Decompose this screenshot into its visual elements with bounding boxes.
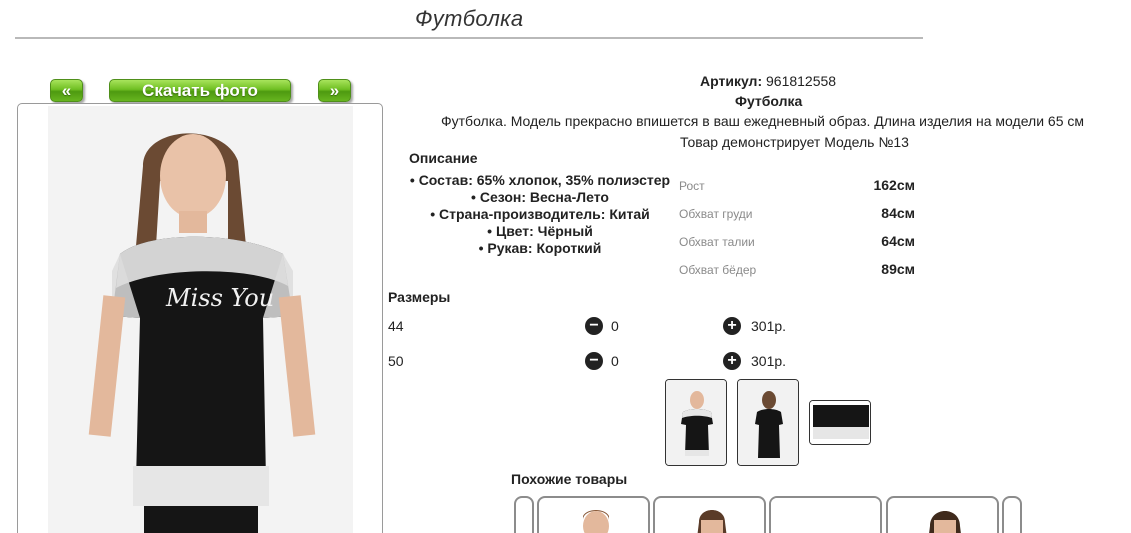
thumbnail-detail[interactable] bbox=[809, 400, 871, 445]
description-heading: Описание bbox=[409, 150, 478, 166]
qty-value: 0 bbox=[611, 318, 619, 334]
size-price: 301р. bbox=[751, 318, 787, 334]
attribute-item: Страна-производитель: Китай bbox=[405, 206, 675, 223]
size-value: 50 bbox=[388, 353, 404, 369]
increase-qty-button[interactable]: + bbox=[723, 352, 741, 370]
similar-product-image bbox=[583, 510, 609, 533]
thumbnail-back-image bbox=[738, 380, 798, 465]
sizes-heading: Размеры bbox=[388, 289, 451, 305]
attribute-item: Состав: 65% хлопок, 35% полиэстер bbox=[405, 172, 675, 189]
thumbnail-detail-image bbox=[810, 401, 870, 444]
decrease-qty-button[interactable]: − bbox=[585, 317, 603, 335]
attribute-item: Цвет: Чёрный bbox=[405, 223, 675, 240]
measurement-row: Обхват бёдер 89см bbox=[679, 260, 915, 280]
size-price: 301р. bbox=[751, 353, 787, 369]
measurement-row: Обхват груди 84см bbox=[679, 204, 915, 224]
thumbnail-front-image bbox=[666, 380, 726, 465]
main-photo-frame: Miss You bbox=[17, 103, 383, 533]
shirt-print-text: Miss You bbox=[165, 284, 274, 312]
measurement-value: 162см bbox=[873, 177, 915, 193]
similar-product-card[interactable] bbox=[769, 496, 882, 533]
measurement-label: Рост bbox=[679, 179, 705, 193]
measurement-label: Обхват бёдер bbox=[679, 263, 757, 277]
thumbnail-front[interactable] bbox=[665, 379, 727, 466]
title-divider bbox=[15, 37, 923, 39]
article-value: 961812558 bbox=[766, 73, 837, 89]
similar-product-card[interactable] bbox=[537, 496, 650, 533]
product-name: Футболка bbox=[735, 93, 803, 109]
measurement-value: 89см bbox=[881, 261, 915, 277]
similar-product-image bbox=[771, 498, 880, 533]
qty-value: 0 bbox=[611, 353, 619, 369]
measurement-label: Обхват груди bbox=[679, 207, 753, 221]
similar-product-card[interactable] bbox=[653, 496, 766, 533]
similar-product-image bbox=[697, 510, 727, 533]
size-value: 44 bbox=[388, 318, 404, 334]
attribute-item: Сезон: Весна-Лето bbox=[405, 189, 675, 206]
similar-scroll-left[interactable] bbox=[514, 496, 534, 533]
article-line: Артикул: 961812558 bbox=[700, 73, 836, 89]
measurement-row: Рост 162см bbox=[679, 176, 915, 196]
size-row-50: 50 − 0 + 301р. bbox=[388, 351, 808, 371]
increase-qty-button[interactable]: + bbox=[723, 317, 741, 335]
prev-photo-button[interactable]: « bbox=[50, 79, 83, 102]
product-description: Футболка. Модель прекрасно впишется в ва… bbox=[441, 113, 1084, 129]
measurement-label: Обхват талии bbox=[679, 235, 755, 249]
article-label: Артикул: bbox=[700, 73, 763, 89]
thumbnail-back[interactable] bbox=[737, 379, 799, 466]
measurement-value: 84см bbox=[881, 205, 915, 221]
measurement-value: 64см bbox=[881, 233, 915, 249]
page-title: Футболка bbox=[415, 6, 524, 31]
next-photo-button[interactable]: » bbox=[318, 79, 351, 102]
similar-product-card[interactable] bbox=[886, 496, 999, 533]
model-note: Товар демонстрирует Модель №13 bbox=[680, 134, 909, 150]
size-row-44: 44 − 0 + 301р. bbox=[388, 316, 808, 336]
measurement-row: Обхват талии 64см bbox=[679, 232, 915, 252]
attribute-item: Рукав: Короткий bbox=[405, 240, 675, 257]
main-product-photo[interactable]: Miss You bbox=[48, 106, 353, 533]
similar-product-image bbox=[929, 511, 961, 533]
decrease-qty-button[interactable]: − bbox=[585, 352, 603, 370]
similar-products-heading: Похожие товары bbox=[511, 471, 628, 487]
attribute-list: Состав: 65% хлопок, 35% полиэстер Сезон:… bbox=[405, 172, 675, 257]
download-photo-button[interactable]: Скачать фото bbox=[109, 79, 291, 102]
similar-scroll-right[interactable] bbox=[1002, 496, 1022, 533]
